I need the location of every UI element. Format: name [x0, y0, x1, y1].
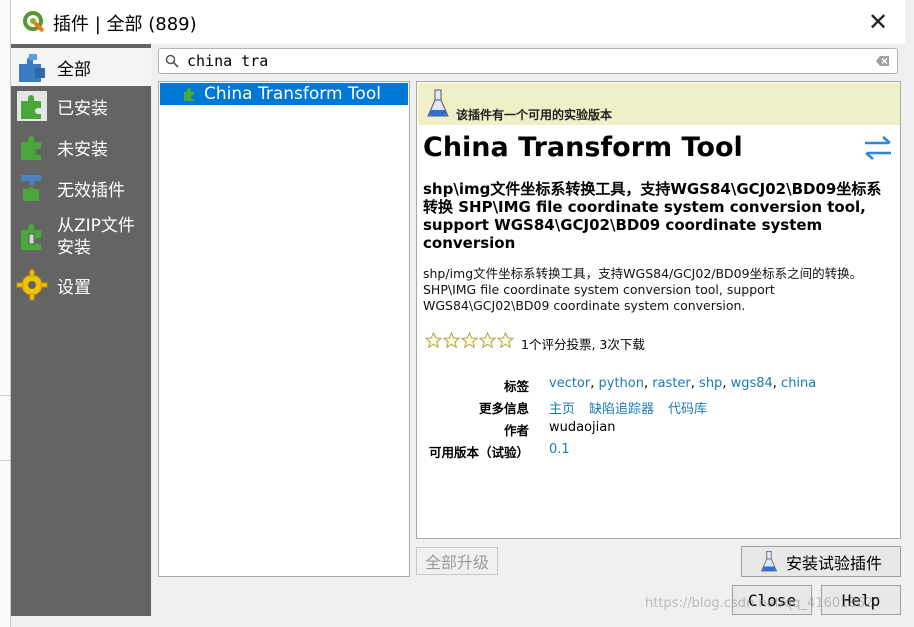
- search-box: [158, 48, 898, 74]
- plugin-list: China Transform Tool: [158, 81, 410, 577]
- rating-star-icon: [425, 332, 442, 349]
- experimental-flask-icon: [760, 550, 778, 571]
- version-value[interactable]: 0.1: [549, 442, 570, 457]
- plugin-puzzle-icon: [184, 88, 194, 101]
- author-value: wudaojian: [549, 420, 616, 435]
- tag-separator: ,: [722, 376, 731, 391]
- rating-text: 1个评分投票, 3次下载: [521, 337, 645, 352]
- settings-gear-icon: [16, 269, 48, 301]
- sidebar-item-not-installed[interactable]: 未安装: [11, 128, 151, 166]
- sidebar-item-invalid[interactable]: 无效插件: [11, 169, 151, 207]
- sidebar-item-label: 已安装: [57, 98, 108, 119]
- transform-arrows-icon: [865, 136, 891, 160]
- plugin-summary: shp\img文件坐标系转换工具，支持WGS84\GCJ02\BD09坐标系转换…: [423, 180, 882, 252]
- install-experimental-label: 安装试验插件: [785, 553, 882, 573]
- more-info-links: 主页 缺陷追踪器 代码库: [549, 398, 721, 417]
- more-info-link[interactable]: 代码库: [668, 402, 707, 417]
- upgrade-all-button[interactable]: 全部升级: [416, 547, 498, 575]
- plugin-name: China Transform Tool: [204, 84, 381, 104]
- rating-star-icon: [479, 332, 496, 349]
- search-input[interactable]: [187, 52, 867, 70]
- tag-link[interactable]: wgs84: [731, 376, 773, 391]
- plugin-title: China Transform Tool: [423, 132, 743, 163]
- sidebar-item-all[interactable]: 全部: [11, 48, 151, 86]
- tag-link[interactable]: raster: [652, 376, 691, 391]
- search-icon: [165, 54, 179, 68]
- install-experimental-button[interactable]: 安装试验插件: [741, 546, 901, 577]
- tags-label: 标签: [503, 379, 529, 394]
- background-divider: [0, 460, 10, 461]
- watermark-text: https://blog.csdn.net/qq_41601862: [645, 596, 874, 611]
- zip-install-icon: [21, 224, 41, 250]
- more-info-link[interactable]: 主页: [549, 402, 575, 417]
- background-divider: [0, 395, 10, 396]
- list-item[interactable]: China Transform Tool: [160, 83, 408, 105]
- tag-link[interactable]: python: [599, 376, 644, 391]
- version-label: 可用版本（试验）: [428, 445, 529, 460]
- sidebar-item-label: 设置: [57, 277, 91, 298]
- experimental-flask-icon: [427, 89, 449, 117]
- sidebar-item-label: 从ZIP文件安装: [57, 216, 135, 258]
- plugins-dialog: 插件 | 全部 (889) ✕ 全部 已安装 未安装 无效插件 从ZIP文件安装…: [10, 0, 914, 627]
- sidebar-item-settings[interactable]: 设置: [11, 266, 151, 304]
- tag-separator: ,: [690, 376, 700, 391]
- more-info-label: 更多信息: [478, 401, 529, 416]
- sidebar-item-install-zip[interactable]: 从ZIP文件安装: [11, 210, 151, 264]
- plugin-details-panel: 该插件有一个可用的实验版本 China Transform Tool shp\i…: [416, 81, 901, 539]
- invalid-plugins-icon: [21, 175, 41, 201]
- rating-stars: [425, 332, 515, 349]
- tag-separator: ,: [590, 376, 599, 391]
- all-plugins-icon: [19, 54, 45, 82]
- rating-star-icon: [461, 332, 478, 349]
- sidebar-item-installed[interactable]: 已安装: [11, 87, 151, 125]
- sidebar: 全部 已安装 未安装 无效插件 从ZIP文件安装 设置: [11, 44, 151, 616]
- more-info-link[interactable]: 缺陷追踪器: [589, 402, 654, 417]
- window-close-button[interactable]: ✕: [863, 8, 893, 36]
- author-label: 作者: [503, 423, 529, 438]
- installed-icon: [17, 91, 47, 121]
- banner-text: 该插件有一个可用的实验版本: [456, 108, 613, 122]
- sidebar-item-label: 无效插件: [57, 180, 125, 201]
- tags-list: vector, python, raster, shp, wgs84, chin…: [549, 376, 816, 391]
- title-bar: 插件 | 全部 (889) ✕: [11, 0, 905, 44]
- tag-link[interactable]: vector: [549, 376, 590, 391]
- not-installed-icon: [21, 136, 41, 160]
- rating-star-icon: [443, 332, 460, 349]
- experimental-banner: 该插件有一个可用的实验版本: [418, 83, 900, 125]
- rating-star-icon: [497, 332, 514, 349]
- sidebar-item-label: 未安装: [57, 139, 108, 160]
- plugin-description: shp/img文件坐标系转换工具，支持WGS84/GCJ02/BD09坐标系之间…: [423, 266, 863, 313]
- tag-separator: ,: [643, 376, 653, 391]
- clear-search-icon[interactable]: [876, 55, 890, 67]
- qgis-logo-icon: [23, 11, 45, 33]
- sidebar-item-label: 全部: [57, 59, 91, 80]
- window-title: 插件 | 全部 (889): [53, 14, 197, 35]
- tag-separator: ,: [772, 376, 782, 391]
- tag-link[interactable]: china: [781, 376, 816, 391]
- tag-link[interactable]: shp: [699, 376, 722, 391]
